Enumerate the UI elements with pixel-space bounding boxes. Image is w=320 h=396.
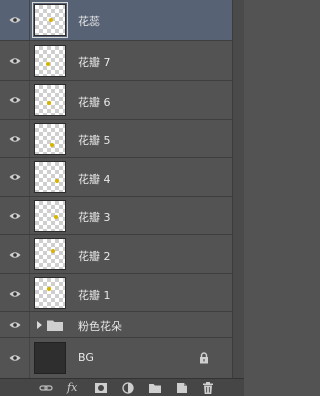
eye-icon bbox=[9, 291, 21, 297]
layer-group-pink-flower[interactable]: 粉色花朵 bbox=[0, 312, 232, 338]
layer-row-huaban-6[interactable]: 花瓣 6 bbox=[0, 81, 232, 120]
layer-thumbnail bbox=[34, 200, 66, 232]
layer-row-huaban-4[interactable]: 花瓣 4 bbox=[0, 158, 232, 197]
layer-row-huaban-1[interactable]: 花瓣 1 bbox=[0, 274, 232, 312]
visibility-toggle[interactable] bbox=[0, 338, 30, 378]
expand-arrow-icon[interactable] bbox=[37, 321, 42, 329]
visibility-toggle[interactable] bbox=[0, 158, 30, 196]
layer-name: 花瓣 6 bbox=[78, 96, 111, 109]
eye-icon bbox=[9, 58, 21, 64]
layer-name: 花蕊 bbox=[78, 15, 100, 28]
eye-icon bbox=[9, 136, 21, 142]
layer-name: 花瓣 5 bbox=[78, 134, 111, 147]
visibility-toggle[interactable] bbox=[0, 81, 30, 119]
layer-thumbnail bbox=[34, 238, 66, 270]
layer-name: 花瓣 4 bbox=[78, 173, 111, 186]
layer-name: BG bbox=[78, 351, 94, 364]
visibility-toggle[interactable] bbox=[0, 235, 30, 273]
new-layer-icon[interactable] bbox=[175, 381, 189, 395]
layer-name: 花瓣 7 bbox=[78, 56, 111, 69]
layer-thumbnail bbox=[34, 161, 66, 193]
layer-thumbnail bbox=[34, 84, 66, 116]
visibility-toggle[interactable] bbox=[0, 312, 30, 337]
layer-thumbnail bbox=[34, 277, 66, 309]
visibility-toggle[interactable] bbox=[0, 120, 30, 157]
layer-thumbnail bbox=[32, 2, 68, 38]
eye-icon bbox=[9, 174, 21, 180]
eye-icon bbox=[9, 17, 21, 23]
new-group-icon[interactable] bbox=[148, 381, 162, 395]
eye-icon bbox=[9, 322, 21, 328]
group-name: 粉色花朵 bbox=[78, 320, 122, 333]
eye-icon bbox=[9, 97, 21, 103]
layer-row-background[interactable]: BG bbox=[0, 338, 232, 378]
add-mask-icon[interactable] bbox=[94, 381, 108, 395]
layer-name: 花瓣 2 bbox=[78, 250, 111, 263]
layer-row-huarui[interactable]: 花蕊 bbox=[0, 0, 232, 41]
visibility-toggle[interactable] bbox=[0, 41, 30, 80]
layer-row-huaban-3[interactable]: 花瓣 3 bbox=[0, 197, 232, 235]
layer-row-huaban-5[interactable]: 花瓣 5 bbox=[0, 120, 232, 158]
layer-thumbnail bbox=[34, 123, 66, 155]
lock-icon bbox=[200, 352, 208, 364]
folder-icon bbox=[47, 320, 63, 331]
adjustment-layer-icon[interactable] bbox=[121, 381, 135, 395]
layer-thumbnail bbox=[34, 45, 66, 77]
layer-thumbnail bbox=[34, 342, 66, 374]
layer-name: 花瓣 1 bbox=[78, 289, 111, 302]
eye-icon bbox=[9, 355, 21, 361]
eye-icon bbox=[9, 213, 21, 219]
visibility-toggle[interactable] bbox=[0, 274, 30, 311]
layer-row-huaban-2[interactable]: 花瓣 2 bbox=[0, 235, 232, 274]
trash-icon[interactable] bbox=[201, 381, 215, 395]
layers-panel: 花蕊 花瓣 7 花瓣 6 花瓣 5 花瓣 4 花瓣 3 花瓣 2 花瓣 1 粉色… bbox=[0, 0, 244, 396]
visibility-toggle[interactable] bbox=[0, 0, 30, 40]
panel-footer: fx bbox=[0, 378, 244, 396]
link-icon[interactable] bbox=[39, 381, 53, 395]
layer-name: 花瓣 3 bbox=[78, 211, 111, 224]
scrollbar[interactable] bbox=[232, 0, 244, 378]
layers-list: 花蕊 花瓣 7 花瓣 6 花瓣 5 花瓣 4 花瓣 3 花瓣 2 花瓣 1 粉色… bbox=[0, 0, 232, 378]
eye-icon bbox=[9, 252, 21, 258]
visibility-toggle[interactable] bbox=[0, 197, 30, 234]
layer-row-huaban-7[interactable]: 花瓣 7 bbox=[0, 41, 232, 81]
fx-icon[interactable]: fx bbox=[67, 381, 83, 395]
